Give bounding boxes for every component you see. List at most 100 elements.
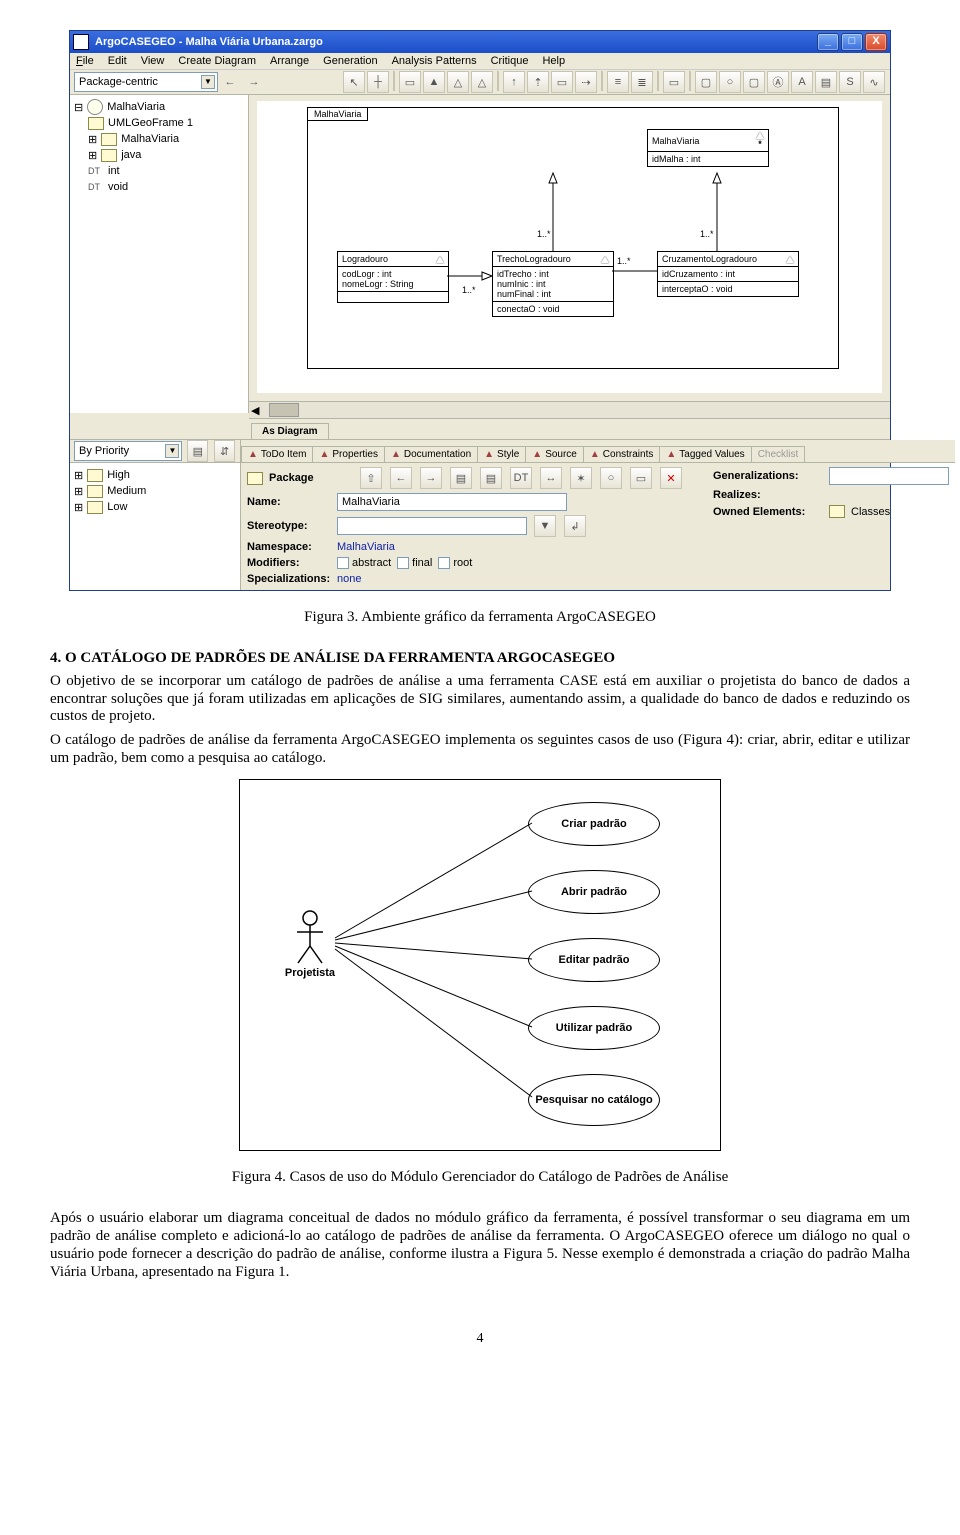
tab-checklist: Checklist: [751, 446, 806, 462]
root-checkbox[interactable]: root: [438, 557, 472, 569]
menu-help[interactable]: Help: [542, 55, 565, 67]
tab-source[interactable]: ▲Source: [525, 446, 584, 462]
tool-align2[interactable]: ≣: [631, 71, 653, 93]
menu-file[interactable]: FFileile: [76, 55, 94, 67]
tool-dep[interactable]: ⇢: [575, 71, 597, 93]
detail-b5[interactable]: ✶: [570, 467, 592, 489]
name-input[interactable]: MalhaViaria: [337, 493, 567, 511]
uml-class-logradouro[interactable]: Logradouro codLogr : intnomeLogr : Strin…: [337, 251, 449, 303]
generalizations-box[interactable]: [829, 467, 949, 485]
usecase-abrir: Abrir padrão: [528, 870, 660, 914]
tree-node-4[interactable]: int: [108, 165, 120, 177]
tool-spline[interactable]: ∿: [863, 71, 885, 93]
nav-prev[interactable]: ←: [219, 71, 241, 93]
tool-assoc[interactable]: △: [447, 71, 469, 93]
tool-round[interactable]: ▢: [743, 71, 765, 93]
nav-up[interactable]: ⇧: [360, 467, 382, 489]
close-button[interactable]: X: [865, 33, 887, 51]
datatype-icon: DT: [88, 166, 104, 177]
menu-edit[interactable]: Edit: [108, 55, 127, 67]
flat-button[interactable]: ▤: [187, 440, 208, 462]
explorer-tree[interactable]: ⊟MalhaViaria UMLGeoFrame 1 ⊞MalhaViaria …: [70, 95, 249, 413]
tool-align1[interactable]: ≡: [607, 71, 629, 93]
menubar: FFileile Edit View Create Diagram Arrang…: [70, 53, 890, 70]
expand-button[interactable]: ⇵: [214, 440, 235, 462]
app-icon: [73, 34, 89, 50]
tree-root[interactable]: MalhaViaria: [107, 101, 165, 113]
menu-analysis[interactable]: Analysis Patterns: [392, 55, 477, 67]
tool-class[interactable]: ▲: [423, 71, 445, 93]
detail-b2[interactable]: ▤: [480, 467, 502, 489]
tab-constraints[interactable]: ▲Constraints: [583, 446, 660, 462]
menu-create[interactable]: Create Diagram: [178, 55, 256, 67]
folder-icon: [87, 485, 103, 498]
folder-icon: [88, 117, 104, 130]
delete-button[interactable]: ✕: [660, 467, 682, 489]
stereotype-input[interactable]: [337, 517, 527, 535]
tool-package[interactable]: ▭: [399, 71, 421, 93]
tool-box[interactable]: ▭: [551, 71, 573, 93]
namespace-link[interactable]: MalhaViaria: [337, 541, 395, 553]
tree-node-5[interactable]: void: [108, 181, 128, 193]
usecase-pesquisar: Pesquisar no catálogo: [528, 1074, 660, 1126]
tool-pointer[interactable]: ↖: [343, 71, 365, 93]
figure4-caption: Figura 4. Casos de uso do Módulo Gerenci…: [50, 1169, 910, 1186]
stereo-dd[interactable]: ▼: [534, 515, 556, 537]
tool-rect[interactable]: ▢: [695, 71, 717, 93]
menu-critique[interactable]: Critique: [491, 55, 529, 67]
tool-gen[interactable]: △: [471, 71, 493, 93]
package-icon: [247, 472, 263, 485]
tool-up[interactable]: ↑: [503, 71, 525, 93]
nav-fwd[interactable]: →: [420, 467, 442, 489]
stereo-go[interactable]: ↲: [564, 515, 586, 537]
abstract-checkbox[interactable]: abstract: [337, 557, 391, 569]
frame-label: MalhaViaria: [307, 107, 368, 121]
tool-note[interactable]: ▤: [815, 71, 837, 93]
mult-label: 1..*: [617, 256, 631, 266]
uml-class-malhaviaria[interactable]: MalhaViaria* idMalha : int: [647, 129, 769, 167]
menu-arrange[interactable]: Arrange: [270, 55, 309, 67]
figure3-caption: Figura 3. Ambiente gráfico da ferramenta…: [50, 609, 910, 626]
tool-gen2[interactable]: ⇡: [527, 71, 549, 93]
specializations-link[interactable]: none: [337, 573, 361, 585]
nav-next[interactable]: →: [243, 71, 265, 93]
detail-b6[interactable]: ○: [600, 467, 622, 489]
h-scrollbar[interactable]: ◀: [249, 401, 890, 418]
tool-move[interactable]: ┼: [367, 71, 389, 93]
tool-tab[interactable]: ▭: [663, 71, 685, 93]
uml-class-trecho[interactable]: TrechoLogradouro idTrecho : intnumInic :…: [492, 251, 614, 317]
tree-node-2[interactable]: MalhaViaria: [121, 133, 179, 145]
folder-icon: [87, 469, 103, 482]
detail-b3[interactable]: DT: [510, 467, 532, 489]
diagram-tab[interactable]: As Diagram: [251, 423, 329, 439]
perspective-combo[interactable]: Package-centric: [74, 72, 218, 92]
menu-view[interactable]: View: [141, 55, 165, 67]
nav-back[interactable]: ←: [390, 467, 412, 489]
tab-documentation[interactable]: ▲Documentation: [384, 446, 478, 462]
details-tabs: ▲ToDo Item ▲Properties ▲Documentation ▲S…: [241, 440, 955, 463]
menu-generation[interactable]: Generation: [323, 55, 377, 67]
tool-poly[interactable]: Ⓐ: [767, 71, 789, 93]
tree-node-3[interactable]: java: [121, 149, 141, 161]
final-checkbox[interactable]: final: [397, 557, 432, 569]
tab-style[interactable]: ▲Style: [477, 446, 526, 462]
detail-b1[interactable]: ▤: [450, 467, 472, 489]
minimize-button[interactable]: _: [817, 33, 839, 51]
tool-curve[interactable]: S: [839, 71, 861, 93]
tab-tagged[interactable]: ▲Tagged Values: [659, 446, 751, 462]
tab-properties[interactable]: ▲Properties: [312, 446, 384, 462]
detail-b7[interactable]: ▭: [630, 467, 652, 489]
todo-list[interactable]: ⊞High ⊞Medium ⊞Low: [70, 463, 240, 590]
uml-class-cruzamento[interactable]: CruzamentoLogradouro idCruzamento : int …: [657, 251, 799, 297]
tab-todo[interactable]: ▲ToDo Item: [241, 446, 313, 462]
mult-label: 1..*: [462, 285, 476, 295]
maximize-button[interactable]: □: [841, 33, 863, 51]
tool-circle[interactable]: ○: [719, 71, 741, 93]
titlebar: ArgoCASEGEO - Malha Viária Urbana.zargo …: [70, 31, 890, 53]
detail-b4[interactable]: ↔: [540, 467, 562, 489]
diagram-canvas[interactable]: MalhaViaria MalhaViaria* idMalha : int L…: [249, 95, 890, 401]
tool-text[interactable]: A: [791, 71, 813, 93]
usecase-utilizar: Utilizar padrão: [528, 1006, 660, 1050]
tree-node-1[interactable]: UMLGeoFrame 1: [108, 117, 193, 129]
priority-combo[interactable]: By Priority: [74, 441, 182, 461]
